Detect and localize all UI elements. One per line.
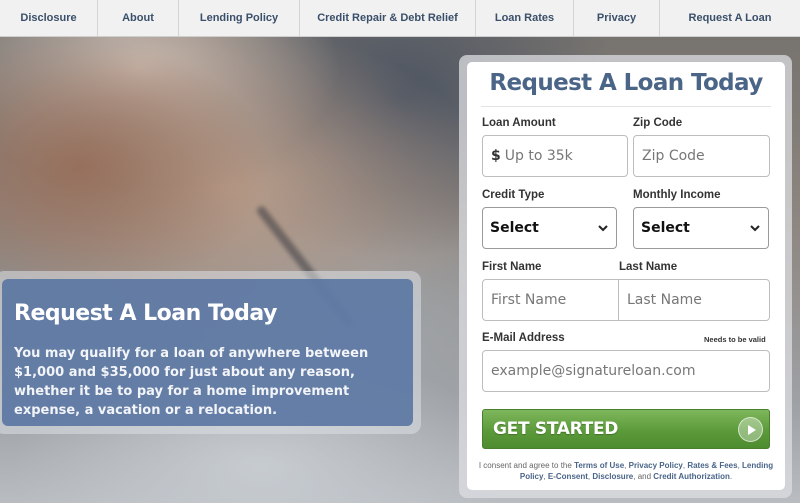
credit-type-label: Credit Type bbox=[482, 189, 545, 201]
hero-info-panel: Request A Loan Today You may qualify for… bbox=[2, 279, 413, 426]
first-name-input[interactable] bbox=[491, 292, 618, 308]
form-title-divider bbox=[481, 106, 771, 107]
consent-text: I consent and agree to the Terms of Use,… bbox=[478, 461, 774, 481]
loan-amount-input[interactable] bbox=[504, 148, 627, 164]
zip-code-input[interactable] bbox=[642, 148, 769, 164]
email-label: E-Mail Address bbox=[482, 332, 565, 344]
nav-request-loan[interactable]: Request A Loan bbox=[660, 0, 800, 36]
chevron-down-icon bbox=[598, 225, 608, 232]
disclosure-link[interactable]: Disclosure bbox=[592, 472, 633, 481]
credit-type-select[interactable]: Select bbox=[482, 207, 617, 249]
nav-lending-policy[interactable]: Lending Policy bbox=[179, 0, 300, 36]
top-nav: Disclosure About Lending Policy Credit R… bbox=[0, 0, 800, 37]
first-name-field[interactable] bbox=[482, 279, 619, 321]
last-name-field[interactable] bbox=[618, 279, 770, 321]
nav-loan-rates[interactable]: Loan Rates bbox=[476, 0, 574, 36]
hero-info-box: Request A Loan Today You may qualify for… bbox=[0, 271, 421, 434]
loan-request-form: Request A Loan Today Loan Amount $ Zip C… bbox=[467, 62, 785, 490]
email-validation-note: Needs to be valid bbox=[704, 335, 766, 344]
rates-link[interactable]: Rates & Fees bbox=[687, 461, 737, 470]
get-started-button[interactable]: GET STARTED bbox=[482, 409, 770, 449]
dollar-sign: $ bbox=[491, 148, 501, 164]
zip-code-label: Zip Code bbox=[633, 117, 683, 129]
monthly-income-select[interactable]: Select bbox=[633, 207, 769, 249]
credit-type-value: Select bbox=[490, 220, 539, 236]
nav-privacy[interactable]: Privacy bbox=[574, 0, 660, 36]
nav-disclosure[interactable]: Disclosure bbox=[0, 0, 98, 36]
hero-description: You may qualify for a loan of anywhere b… bbox=[14, 346, 369, 418]
hero-title: Request A Loan Today bbox=[14, 301, 277, 326]
last-name-label: Last Name bbox=[619, 261, 678, 273]
nav-credit-repair[interactable]: Credit Repair & Debt Relief bbox=[300, 0, 476, 36]
get-started-label: GET STARTED bbox=[493, 419, 619, 439]
econsent-link[interactable]: E-Consent bbox=[548, 472, 588, 481]
terms-link[interactable]: Terms of Use bbox=[574, 461, 624, 470]
consent-and: and bbox=[637, 472, 652, 481]
loan-amount-field[interactable]: $ bbox=[482, 135, 628, 177]
monthly-income-value: Select bbox=[641, 220, 690, 236]
zip-code-field[interactable] bbox=[633, 135, 770, 177]
credit-authorization-link[interactable]: Credit Authorization bbox=[653, 472, 730, 481]
privacy-link[interactable]: Privacy Policy bbox=[629, 461, 683, 470]
monthly-income-label: Monthly Income bbox=[633, 189, 721, 201]
nav-about[interactable]: About bbox=[98, 0, 179, 36]
first-name-label: First Name bbox=[482, 261, 542, 273]
consent-prefix: I consent and agree to the bbox=[478, 461, 572, 470]
play-arrow-icon bbox=[738, 417, 763, 442]
form-title: Request A Loan Today bbox=[489, 70, 763, 96]
chevron-down-icon bbox=[750, 225, 760, 232]
loan-amount-label: Loan Amount bbox=[482, 117, 556, 129]
email-field[interactable] bbox=[482, 350, 770, 392]
email-input[interactable] bbox=[491, 363, 769, 379]
last-name-input[interactable] bbox=[627, 292, 769, 308]
